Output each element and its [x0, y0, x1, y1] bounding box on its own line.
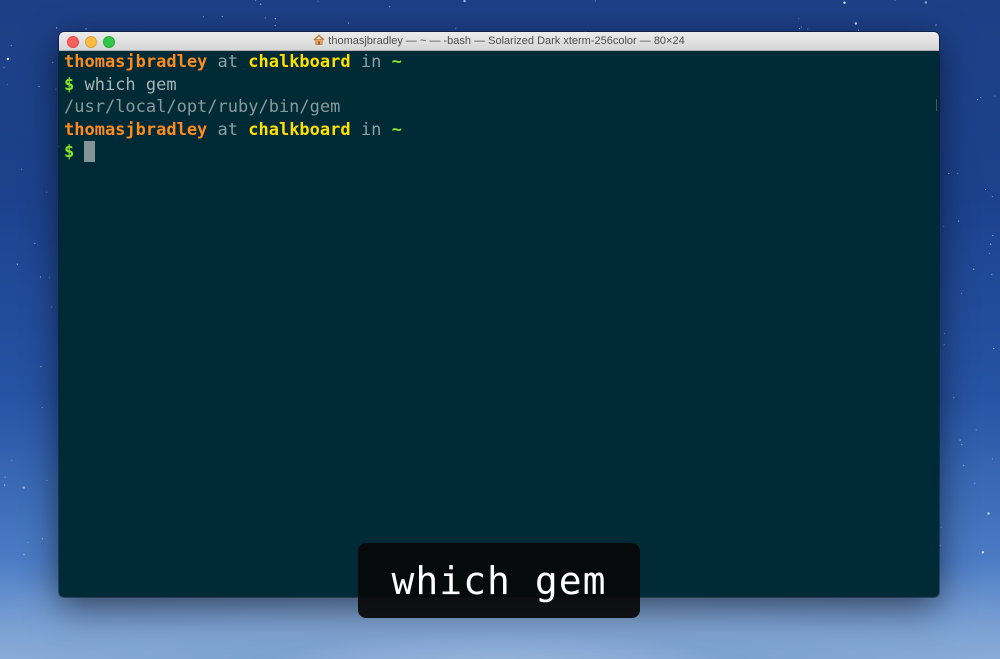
prompt-host: chalkboard: [248, 52, 351, 72]
home-folder-icon: [313, 34, 325, 48]
command-output: /usr/local/opt/ruby/bin/gem: [64, 97, 341, 117]
caption-overlay: which gem: [358, 543, 640, 618]
prompt-user: thomasjbradley: [64, 119, 208, 140]
text-cursor: [84, 141, 96, 162]
prompt-user: thomasjbradley: [64, 52, 208, 72]
prompt-directory: ~: [391, 52, 402, 72]
terminal-window[interactable]: thomasjbradley — ~ — -bash — Solarized D…: [59, 32, 939, 597]
prompt-host: chalkboard: [248, 119, 351, 140]
window-title-text: thomasjbradley — ~ — -bash — Solarized D…: [328, 35, 685, 47]
prompt-in: in: [350, 119, 392, 140]
prompt-directory: ~: [391, 119, 402, 140]
terminal-content[interactable]: thomasjbradley at chalkboard in ~ $ whic…: [59, 51, 939, 597]
prompt-symbol: $: [64, 74, 75, 95]
prompt-in: in: [350, 52, 392, 72]
prompt-at: at: [207, 52, 249, 72]
prompt-symbol: $: [64, 142, 85, 162]
command-text: which gem: [74, 74, 177, 95]
scrollbar-indicator[interactable]: [936, 99, 937, 111]
caption-text: which gem: [391, 558, 607, 603]
prompt-line: thomasjbradley at chalkboard in ~: [64, 51, 934, 74]
command-line: $ which gem: [64, 74, 934, 97]
prompt-line: thomasjbradley at chalkboard in ~: [64, 119, 934, 142]
prompt-at: at: [207, 119, 249, 140]
title-bar[interactable]: thomasjbradley — ~ — -bash — Solarized D…: [59, 32, 939, 51]
window-title: thomasjbradley — ~ — -bash — Solarized D…: [59, 34, 939, 48]
input-line[interactable]: $: [64, 141, 934, 164]
